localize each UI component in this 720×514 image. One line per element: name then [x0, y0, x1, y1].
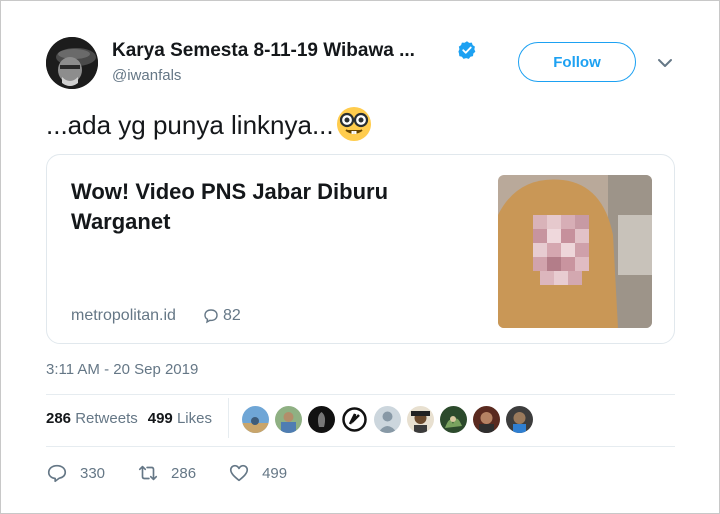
retweets-stat-count: 286: [46, 410, 72, 427]
like-button[interactable]: 499: [228, 462, 287, 484]
card-comment-count: 82: [203, 307, 241, 325]
divider-bottom: [46, 446, 675, 447]
reply-icon: [47, 464, 67, 483]
link-card[interactable]: Wow! Video PNS Jabar Diburu Warganet met…: [46, 154, 675, 344]
liker-avatars: [242, 406, 533, 433]
retweets-stat[interactable]: 286 Retweets: [46, 410, 138, 427]
stats-separator: [228, 398, 229, 438]
retweet-button[interactable]: 286: [137, 462, 196, 484]
author-handle[interactable]: @iwanfals: [112, 67, 181, 84]
liker-avatar[interactable]: [275, 406, 302, 433]
heart-icon: [229, 464, 249, 482]
retweet-icon: [138, 465, 158, 481]
follow-button[interactable]: Follow: [518, 42, 636, 82]
card-thumbnail-image[interactable]: [498, 175, 652, 328]
like-count: 499: [262, 464, 288, 482]
divider-top: [46, 394, 675, 395]
liker-avatar[interactable]: [440, 406, 467, 433]
retweet-count: 286: [171, 464, 197, 482]
tweet-timestamp[interactable]: 3:11 AM - 20 Sep 2019: [46, 361, 198, 378]
retweets-stat-label: Retweets: [75, 410, 138, 427]
likes-stat-count: 499: [147, 410, 173, 427]
author-avatar[interactable]: [46, 37, 98, 89]
nerd-face-emoji-icon: [336, 107, 371, 141]
liker-avatar[interactable]: [341, 406, 368, 433]
liker-avatar[interactable]: [473, 406, 500, 433]
tweet-text: ...ada yg punya linknya...: [46, 107, 372, 142]
comment-bubble-icon: [204, 309, 218, 324]
author-name[interactable]: Karya Semesta 8-11-19 Wibawa ...: [112, 40, 415, 62]
liker-avatar[interactable]: [506, 406, 533, 433]
verified-badge-icon: [458, 41, 476, 59]
card-comment-value: 82: [223, 307, 241, 324]
reply-button[interactable]: 330: [46, 462, 105, 484]
reply-count: 330: [80, 464, 106, 482]
chevron-down-icon[interactable]: [656, 56, 674, 70]
likes-stat[interactable]: 499 Likes: [148, 410, 212, 427]
engagement-stats: 286 Retweets 499 Likes: [46, 410, 212, 427]
liker-avatar[interactable]: [374, 406, 401, 433]
liker-avatar[interactable]: [407, 406, 434, 433]
action-bar: 330 286 499: [46, 462, 287, 484]
liker-avatar[interactable]: [308, 406, 335, 433]
tweet-text-content: ...ada yg punya linknya...: [46, 109, 334, 140]
card-domain: metropolitan.id: [71, 307, 176, 324]
card-title[interactable]: Wow! Video PNS Jabar Diburu Warganet: [71, 177, 431, 237]
liker-avatar[interactable]: [242, 406, 269, 433]
likes-stat-label: Likes: [176, 410, 212, 427]
